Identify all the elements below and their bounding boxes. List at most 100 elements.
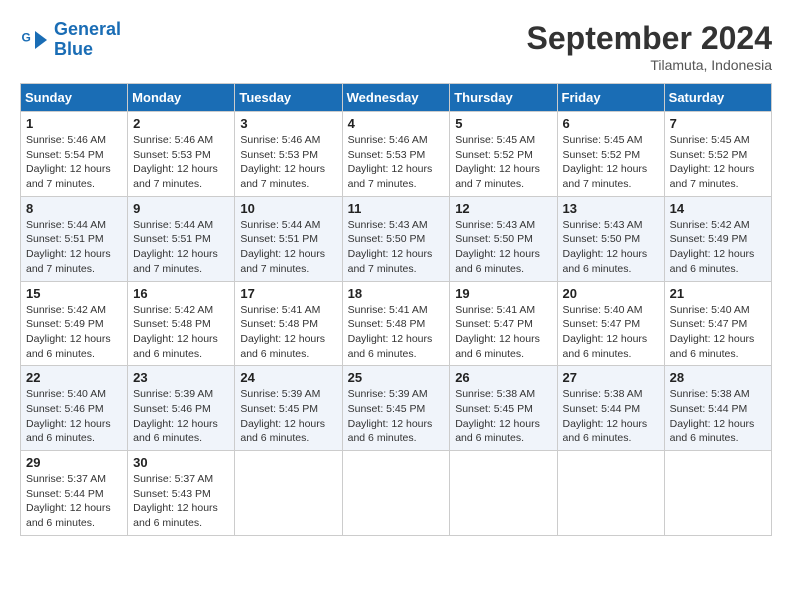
day-number: 22 (26, 370, 122, 385)
day-detail: Sunrise: 5:40 AMSunset: 5:46 PMDaylight:… (26, 387, 122, 446)
day-number: 3 (240, 116, 336, 131)
day-detail: Sunrise: 5:41 AMSunset: 5:48 PMDaylight:… (240, 303, 336, 362)
day-number: 27 (563, 370, 659, 385)
day-detail: Sunrise: 5:44 AMSunset: 5:51 PMDaylight:… (133, 218, 229, 277)
table-row: 12Sunrise: 5:43 AMSunset: 5:50 PMDayligh… (450, 196, 557, 281)
table-row: 29 Sunrise: 5:37 AMSunset: 5:44 PMDayligh… (21, 451, 128, 536)
logo-text: General Blue (54, 20, 121, 60)
title-area: September 2024 Tilamuta, Indonesia (527, 20, 772, 73)
table-row: 9 Sunrise: 5:44 AMSunset: 5:51 PMDaylight… (128, 196, 235, 281)
table-row: 27 Sunrise: 5:38 AMSunset: 5:44 PMDayligh… (557, 366, 664, 451)
day-number: 17 (240, 286, 336, 301)
day-number: 9 (133, 201, 229, 216)
logo-line1: General (54, 19, 121, 39)
day-detail: Sunrise: 5:45 AMSunset: 5:52 PMDaylight:… (563, 133, 659, 192)
location-subtitle: Tilamuta, Indonesia (527, 57, 772, 73)
day-number: 10 (240, 201, 336, 216)
header-friday: Friday (557, 84, 664, 112)
day-number: 18 (348, 286, 445, 301)
day-number: 13 (563, 201, 659, 216)
table-row: 28Sunrise: 5:38 AMSunset: 5:44 PMDayligh… (664, 366, 771, 451)
table-row (557, 451, 664, 536)
day-number: 19 (455, 286, 551, 301)
day-detail: Sunrise: 5:44 AMSunset: 5:51 PMDaylight:… (26, 218, 122, 277)
day-detail: Sunrise: 5:42 AMSunset: 5:48 PMDaylight:… (133, 303, 229, 362)
day-number: 15 (26, 286, 122, 301)
calendar-week-row: 22 Sunrise: 5:40 AMSunset: 5:46 PMDayligh… (21, 366, 772, 451)
month-title: September 2024 (527, 20, 772, 57)
header-wednesday: Wednesday (342, 84, 450, 112)
table-row: 26 Sunrise: 5:38 AMSunset: 5:45 PMDayligh… (450, 366, 557, 451)
day-number: 7 (670, 116, 766, 131)
table-row: 14 Sunrise: 5:42 AMSunset: 5:49 PMDayligh… (664, 196, 771, 281)
table-row: 23 Sunrise: 5:39 AMSunset: 5:46 PMDayligh… (128, 366, 235, 451)
day-number: 11 (348, 201, 445, 216)
day-detail: Sunrise: 5:41 AMSunset: 5:48 PMDaylight:… (348, 303, 445, 362)
calendar-header-row: Sunday Monday Tuesday Wednesday Thursday… (21, 84, 772, 112)
table-row: 16 Sunrise: 5:42 AMSunset: 5:48 PMDayligh… (128, 281, 235, 366)
day-number: 25 (348, 370, 445, 385)
table-row: 22 Sunrise: 5:40 AMSunset: 5:46 PMDayligh… (21, 366, 128, 451)
table-row: 3 Sunrise: 5:46 AMSunset: 5:53 PMDaylight… (235, 112, 342, 197)
table-row: 5Sunrise: 5:45 AMSunset: 5:52 PMDaylight… (450, 112, 557, 197)
table-row: 24Sunrise: 5:39 AMSunset: 5:45 PMDayligh… (235, 366, 342, 451)
day-number: 28 (670, 370, 766, 385)
day-detail: Sunrise: 5:40 AMSunset: 5:47 PMDaylight:… (670, 303, 766, 362)
day-detail: Sunrise: 5:37 AMSunset: 5:44 PMDaylight:… (26, 472, 122, 531)
day-detail: Sunrise: 5:46 AMSunset: 5:53 PMDaylight:… (240, 133, 336, 192)
calendar-week-row: 29 Sunrise: 5:37 AMSunset: 5:44 PMDayligh… (21, 451, 772, 536)
table-row: 10 Sunrise: 5:44 AMSunset: 5:51 PMDayligh… (235, 196, 342, 281)
day-number: 1 (26, 116, 122, 131)
day-detail: Sunrise: 5:45 AMSunset: 5:52 PMDaylight:… (670, 133, 766, 192)
header-monday: Monday (128, 84, 235, 112)
table-row: 6 Sunrise: 5:45 AMSunset: 5:52 PMDaylight… (557, 112, 664, 197)
table-row: 11Sunrise: 5:43 AMSunset: 5:50 PMDayligh… (342, 196, 450, 281)
day-detail: Sunrise: 5:39 AMSunset: 5:46 PMDaylight:… (133, 387, 229, 446)
day-number: 8 (26, 201, 122, 216)
day-number: 5 (455, 116, 551, 131)
day-detail: Sunrise: 5:44 AMSunset: 5:51 PMDaylight:… (240, 218, 336, 277)
table-row: 1 Sunrise: 5:46 AMSunset: 5:54 PMDaylight… (21, 112, 128, 197)
day-number: 21 (670, 286, 766, 301)
day-detail: Sunrise: 5:42 AMSunset: 5:49 PMDaylight:… (26, 303, 122, 362)
calendar-week-row: 8 Sunrise: 5:44 AMSunset: 5:51 PMDaylight… (21, 196, 772, 281)
day-detail: Sunrise: 5:37 AMSunset: 5:43 PMDaylight:… (133, 472, 229, 531)
day-number: 16 (133, 286, 229, 301)
table-row: 21 Sunrise: 5:40 AMSunset: 5:47 PMDayligh… (664, 281, 771, 366)
day-number: 29 (26, 455, 122, 470)
svg-text:G: G (22, 30, 31, 44)
day-number: 30 (133, 455, 229, 470)
day-detail: Sunrise: 5:46 AMSunset: 5:54 PMDaylight:… (26, 133, 122, 192)
table-row: 7 Sunrise: 5:45 AMSunset: 5:52 PMDaylight… (664, 112, 771, 197)
table-row: 18 Sunrise: 5:41 AMSunset: 5:48 PMDayligh… (342, 281, 450, 366)
table-row (664, 451, 771, 536)
day-number: 2 (133, 116, 229, 131)
calendar-table: Sunday Monday Tuesday Wednesday Thursday… (20, 83, 772, 536)
table-row (235, 451, 342, 536)
table-row (450, 451, 557, 536)
logo: G General Blue (20, 20, 121, 60)
table-row: 17 Sunrise: 5:41 AMSunset: 5:48 PMDayligh… (235, 281, 342, 366)
day-number: 6 (563, 116, 659, 131)
header-tuesday: Tuesday (235, 84, 342, 112)
day-number: 24 (240, 370, 336, 385)
header-thursday: Thursday (450, 84, 557, 112)
day-detail: Sunrise: 5:38 AMSunset: 5:45 PMDaylight:… (455, 387, 551, 446)
day-number: 12 (455, 201, 551, 216)
table-row: 4Sunrise: 5:46 AMSunset: 5:53 PMDaylight… (342, 112, 450, 197)
day-number: 23 (133, 370, 229, 385)
table-row: 15 Sunrise: 5:42 AMSunset: 5:49 PMDayligh… (21, 281, 128, 366)
logo-icon: G (20, 25, 50, 55)
day-detail: Sunrise: 5:41 AMSunset: 5:47 PMDaylight:… (455, 303, 551, 362)
table-row: 13Sunrise: 5:43 AMSunset: 5:50 PMDayligh… (557, 196, 664, 281)
day-number: 14 (670, 201, 766, 216)
header-sunday: Sunday (21, 84, 128, 112)
table-row: 19 Sunrise: 5:41 AMSunset: 5:47 PMDayligh… (450, 281, 557, 366)
table-row: 20Sunrise: 5:40 AMSunset: 5:47 PMDayligh… (557, 281, 664, 366)
day-detail: Sunrise: 5:38 AMSunset: 5:44 PMDaylight:… (563, 387, 659, 446)
day-number: 26 (455, 370, 551, 385)
day-number: 20 (563, 286, 659, 301)
day-detail: Sunrise: 5:42 AMSunset: 5:49 PMDaylight:… (670, 218, 766, 277)
header-saturday: Saturday (664, 84, 771, 112)
calendar-week-row: 1 Sunrise: 5:46 AMSunset: 5:54 PMDaylight… (21, 112, 772, 197)
